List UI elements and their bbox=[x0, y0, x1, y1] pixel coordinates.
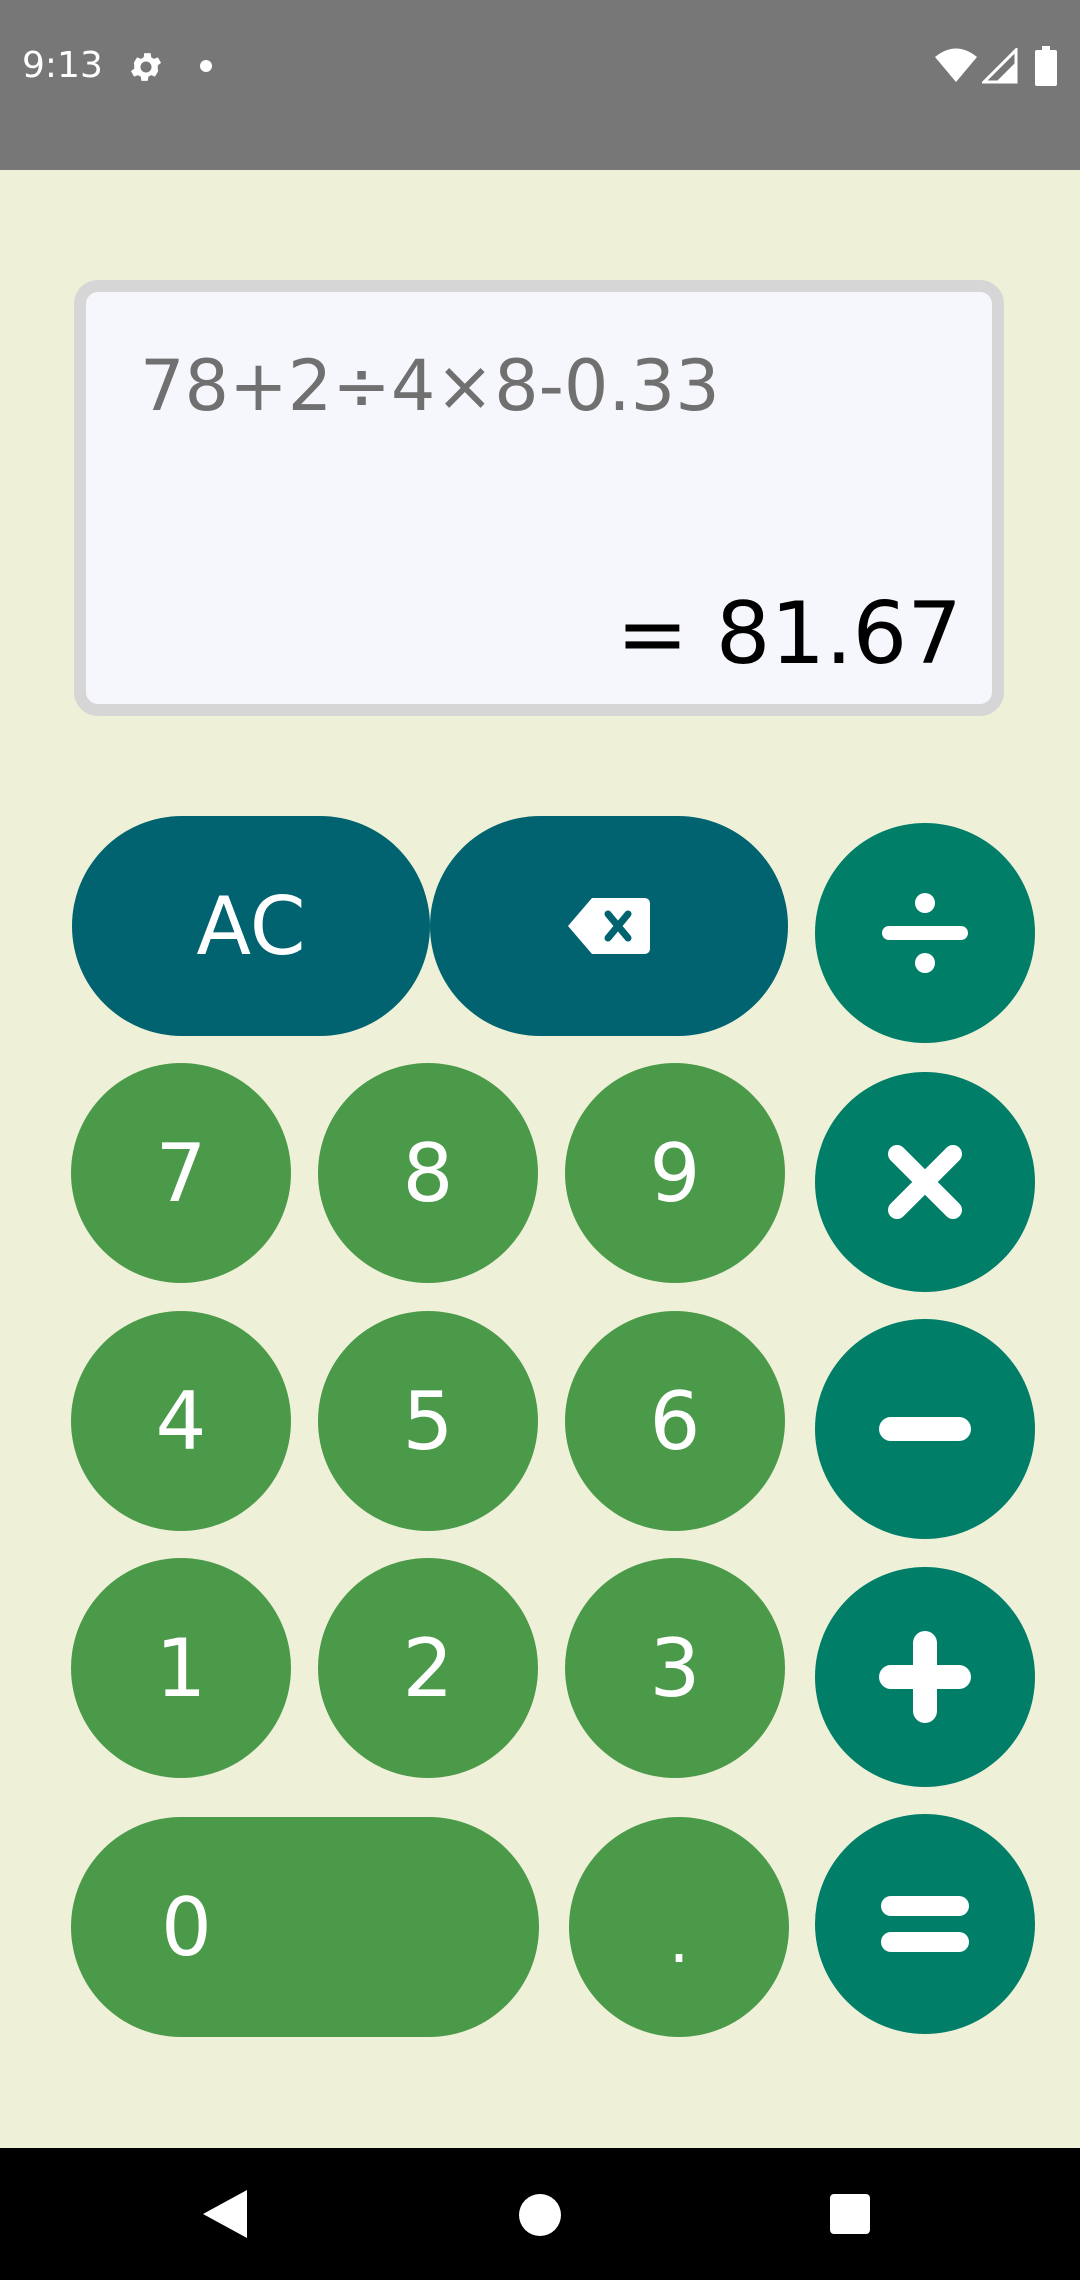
divide-icon bbox=[882, 893, 968, 973]
backspace-icon bbox=[568, 898, 650, 954]
digit-3-button[interactable]: 3 bbox=[565, 1558, 785, 1778]
digit-6-label: 6 bbox=[649, 1374, 701, 1468]
status-bar: 9:13 bbox=[0, 0, 1080, 170]
equals-button[interactable] bbox=[815, 1814, 1035, 2034]
digit-8-label: 8 bbox=[402, 1126, 454, 1220]
digit-4-label: 4 bbox=[155, 1374, 207, 1468]
digit-3-label: 3 bbox=[649, 1621, 701, 1715]
multiply-button[interactable] bbox=[815, 1072, 1035, 1292]
home-icon[interactable] bbox=[519, 2194, 561, 2236]
digit-0-label: 0 bbox=[161, 1880, 212, 1974]
clear-button[interactable]: AC bbox=[72, 816, 430, 1036]
digit-2-button[interactable]: 2 bbox=[318, 1558, 538, 1778]
expression-text: 78+2÷4×8-0.33 bbox=[140, 345, 720, 427]
digit-7-label: 7 bbox=[155, 1126, 207, 1220]
digit-7-button[interactable]: 7 bbox=[71, 1063, 291, 1283]
signal-icon bbox=[982, 48, 1018, 84]
recent-apps-icon[interactable] bbox=[830, 2194, 870, 2234]
digit-5-label: 5 bbox=[402, 1374, 454, 1468]
status-time: 9:13 bbox=[22, 45, 103, 86]
notification-dot-icon bbox=[200, 60, 212, 72]
digit-5-button[interactable]: 5 bbox=[318, 1311, 538, 1531]
divide-button[interactable] bbox=[815, 823, 1035, 1043]
decimal-point-button[interactable]: . bbox=[569, 1817, 789, 2037]
multiply-icon bbox=[888, 1145, 962, 1219]
plus-button[interactable] bbox=[815, 1567, 1035, 1787]
digit-9-button[interactable]: 9 bbox=[565, 1063, 785, 1283]
wifi-icon bbox=[935, 48, 977, 82]
clear-label: AC bbox=[196, 879, 306, 973]
equals-icon bbox=[881, 1896, 969, 1952]
digit-0-button[interactable]: 0 bbox=[71, 1817, 539, 2037]
digit-1-label: 1 bbox=[155, 1621, 207, 1715]
result-text: = 81.67 bbox=[616, 584, 962, 684]
navigation-bar bbox=[0, 2148, 1080, 2280]
digit-4-button[interactable]: 4 bbox=[71, 1311, 291, 1531]
minus-button[interactable] bbox=[815, 1319, 1035, 1539]
minus-icon bbox=[879, 1417, 971, 1441]
battery-icon bbox=[1035, 46, 1057, 86]
decimal-point-label: . bbox=[668, 1904, 690, 1978]
backspace-button[interactable] bbox=[430, 816, 788, 1036]
calculator-display: 78+2÷4×8-0.33 = 81.67 bbox=[74, 280, 1004, 716]
back-icon[interactable] bbox=[203, 2190, 247, 2238]
digit-8-button[interactable]: 8 bbox=[318, 1063, 538, 1283]
gear-icon bbox=[130, 53, 162, 81]
digit-2-label: 2 bbox=[402, 1621, 454, 1715]
digit-9-label: 9 bbox=[649, 1126, 701, 1220]
digit-1-button[interactable]: 1 bbox=[71, 1558, 291, 1778]
digit-6-button[interactable]: 6 bbox=[565, 1311, 785, 1531]
plus-icon bbox=[879, 1631, 971, 1723]
